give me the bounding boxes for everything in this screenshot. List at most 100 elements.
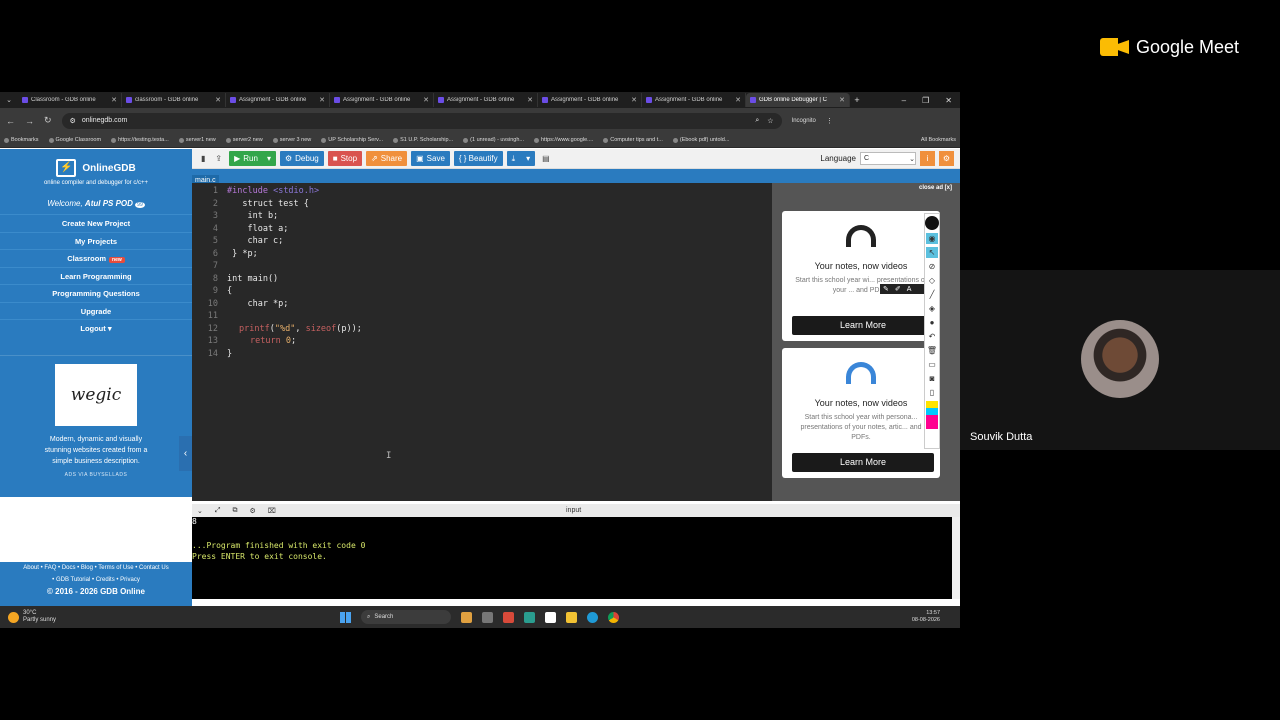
browser-tab[interactable]: classroom - GDB online ✕ (122, 93, 226, 107)
upload-icon[interactable]: ⇪ (212, 151, 225, 166)
bookmark-star-icon[interactable]: ☆ (767, 117, 773, 125)
close-tab-icon[interactable]: ✕ (839, 96, 845, 104)
dot-icon[interactable]: ● (926, 317, 938, 328)
bookmark-item[interactable]: server 3 new (272, 137, 311, 143)
windows-start-icon[interactable] (340, 611, 351, 623)
info-icon[interactable]: i (920, 151, 935, 166)
download-button[interactable]: ⤓ ▾ (506, 151, 536, 166)
tab-search-icon[interactable]: ⌄ (0, 96, 18, 104)
all-bookmarks[interactable]: All Bookmarks (921, 137, 956, 143)
widgets-icon[interactable] (461, 611, 472, 623)
bookmark-item[interactable]: Computer tips and t... (603, 137, 663, 143)
console-scrollbar[interactable] (952, 517, 960, 599)
bookmark-item[interactable]: (1 unread) - uvsingh... (463, 137, 524, 143)
settings-icon[interactable]: ⚙ (939, 151, 954, 166)
username[interactable]: Atul PS POD (85, 199, 133, 208)
highlighter-icon[interactable]: ✎ (883, 285, 889, 293)
footer-links-2[interactable]: • GDB Tutorial • Credits • Privacy (0, 574, 192, 586)
notification-badge[interactable]: 99 (135, 202, 145, 208)
clear-console-icon[interactable]: ⌧ (268, 507, 276, 515)
browser-tab[interactable]: Assignment - GDB online ✕ (330, 93, 434, 107)
forward-icon[interactable]: → (25, 116, 34, 126)
camera-icon[interactable]: ◙ (926, 373, 938, 384)
console-output[interactable]: 8 ...Program finished with exit code 0 P… (192, 517, 952, 599)
caret-down-icon[interactable]: ▾ (267, 154, 271, 163)
bookmark-item[interactable]: S1 U.P. Scholarship... (393, 137, 453, 143)
browser-tab[interactable]: Assignment - GDB online ✕ (434, 93, 538, 107)
maximize-icon[interactable]: ❐ (922, 96, 929, 105)
menu-programming-questions[interactable]: Programming Questions (0, 284, 192, 302)
new-tab-icon[interactable]: + (850, 95, 864, 105)
edge-icon[interactable] (587, 611, 598, 623)
task-view-icon[interactable] (482, 611, 493, 623)
footer-links[interactable]: About • FAQ • Docs • Blog • Terms of Use… (0, 562, 192, 574)
bookmark-item[interactable]: https://www.google.... (533, 137, 593, 143)
browser-tab-active[interactable]: GDB online Debugger | C ✕ (746, 93, 850, 107)
taskbar-search[interactable]: ⌕ Search (361, 610, 451, 624)
chrome-icon[interactable] (608, 611, 619, 623)
pen-icon[interactable]: ╱ (926, 289, 938, 300)
code-editor[interactable]: 1 2 3 4 5 6 7 8 9 10 11 12 13 14 #includ… (192, 183, 772, 501)
beautify-button[interactable]: { } Beautify (453, 151, 503, 166)
close-tab-icon[interactable]: ✕ (319, 96, 325, 104)
share-button[interactable]: ⇗ Share (366, 151, 408, 166)
browser-tab[interactable]: Assignment - GDB online ✕ (538, 93, 642, 107)
bookmark-item[interactable]: Google Classroom (48, 137, 101, 143)
close-tab-icon[interactable]: ✕ (111, 96, 117, 104)
save-button[interactable]: ▣ Save (411, 151, 450, 166)
new-file-icon[interactable]: ▮ (198, 151, 208, 166)
close-window-icon[interactable]: ✕ (945, 96, 952, 105)
text-tool-icon[interactable]: A (907, 286, 912, 293)
collapse-sidebar-button[interactable]: ‹ (179, 436, 192, 471)
menu-upgrade[interactable]: Upgrade (0, 301, 192, 320)
clipboard-icon[interactable]: ▯ (926, 387, 938, 398)
eye-icon[interactable]: ◉ (926, 233, 938, 244)
back-icon[interactable]: ← (6, 116, 15, 126)
close-ad-button[interactable]: close ad [x] (919, 185, 952, 191)
menu-learn-programming[interactable]: Learn Programming (0, 266, 192, 285)
menu-classroom[interactable]: Classroom new (0, 249, 192, 267)
reload-icon[interactable]: ↻ (44, 115, 52, 126)
learn-more-button[interactable]: Learn More (792, 316, 934, 335)
color-palette[interactable] (926, 401, 938, 429)
bookmark-item[interactable]: https://testing.testa... (111, 137, 169, 143)
menu-my-projects[interactable]: My Projects (0, 231, 192, 250)
browser-tab[interactable]: Classroom - GDB online ✕ (18, 93, 122, 107)
trash-icon[interactable]: 🗑 (926, 345, 938, 356)
undo-icon[interactable]: ↶ (926, 331, 938, 342)
zoom-icon[interactable]: ⌕ (755, 117, 759, 125)
bookmark-item[interactable]: server1 new (178, 137, 216, 143)
sidebar-ad[interactable]: wegic Modern, dynamic and visually stunn… (0, 354, 192, 497)
system-clock[interactable]: 13:57 08-08-2026 (912, 610, 960, 624)
incognito-indicator[interactable]: Incognito (792, 118, 816, 124)
highlighter-icon[interactable]: ⊘ (926, 261, 938, 272)
gdb-brand[interactable]: ⚡ OnlineGDB online compiler and debugger … (0, 149, 192, 197)
typora-icon[interactable] (545, 611, 556, 623)
settings-icon[interactable]: ⚙ (249, 507, 255, 515)
pointer-icon[interactable]: ↖ (926, 247, 938, 258)
close-tab-icon[interactable]: ✕ (423, 96, 429, 104)
eraser-icon[interactable]: ◇ (926, 275, 938, 286)
bookmark-item[interactable]: (Ebook pdf) untold... (672, 137, 729, 143)
expand-icon[interactable]: ⤢ (215, 507, 221, 515)
menu-logout[interactable]: Logout ▾ (0, 319, 192, 337)
site-info-icon[interactable]: ⚙ (70, 117, 76, 125)
marker-icon[interactable]: ◈ (926, 303, 938, 314)
run-button[interactable]: ▶ Run ▾ (229, 151, 276, 166)
stop-button[interactable]: ■ Stop (327, 151, 363, 166)
ad-card[interactable]: Your notes, now videos Start this school… (782, 211, 940, 341)
bookmark-item[interactable]: UP Scholarship Serv... (321, 137, 383, 143)
pin-icon[interactable] (925, 216, 939, 230)
whiteboard-icon[interactable]: ▭ (926, 359, 938, 370)
chevron-down-icon[interactable]: ⌄ (197, 507, 203, 515)
close-tab-icon[interactable]: ✕ (631, 96, 637, 104)
url-field[interactable]: ⚙ onlinegdb.com ⌕ ☆ (61, 112, 782, 129)
bookmark-item[interactable]: server2 new (225, 137, 263, 143)
close-tab-icon[interactable]: ✕ (735, 96, 741, 104)
input-label[interactable]: input (566, 507, 581, 514)
media-app-icon[interactable] (503, 611, 514, 623)
browser-tab[interactable]: Assignment - GDB online ✕ (642, 93, 746, 107)
language-select[interactable]: C ⌄ (860, 152, 916, 165)
menu-create-new-project[interactable]: Create New Project (0, 214, 192, 232)
print-icon[interactable]: ▤ (539, 151, 553, 166)
